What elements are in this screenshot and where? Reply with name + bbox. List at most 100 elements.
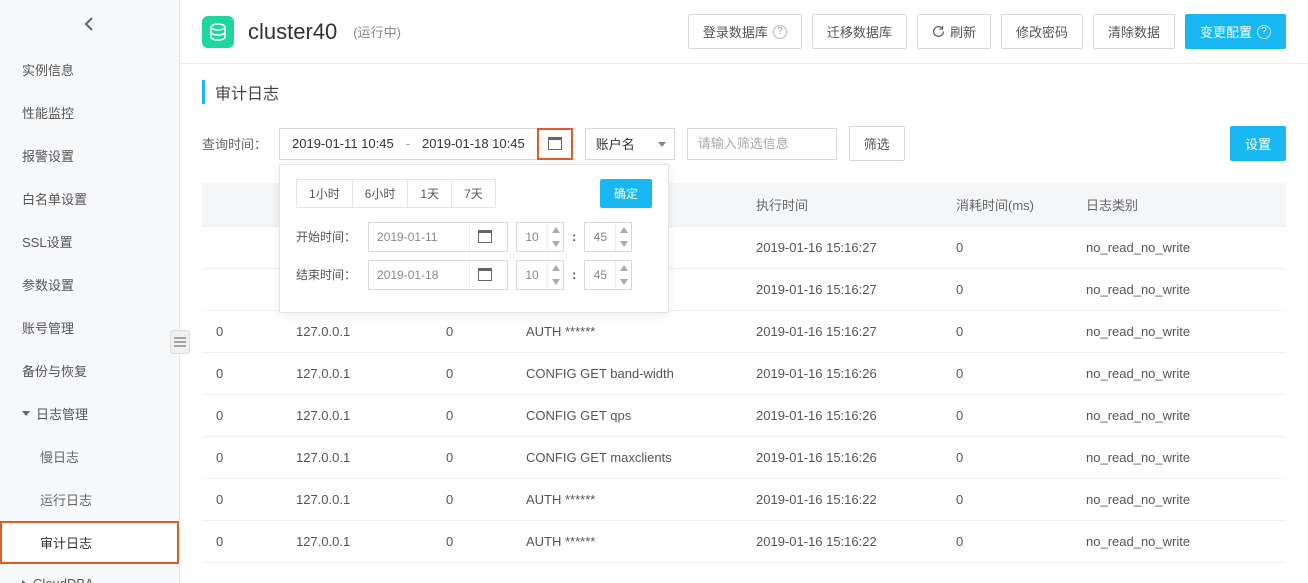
cell-exec_time: 2019-01-16 15:16:22 [742,521,942,563]
nav-ssl[interactable]: SSL设置 [0,220,179,263]
min-up[interactable] [616,223,631,237]
cell-c2: 0 [432,311,512,353]
cell-cmd: AUTH ****** [512,521,742,563]
nav-params[interactable]: 参数设置 [0,263,179,306]
min-down[interactable] [616,275,631,289]
nav-audit-log[interactable]: 审计日志 [0,521,179,564]
end-hour-field[interactable] [517,268,547,282]
cell-c0: 0 [202,479,282,521]
hour-up[interactable] [548,223,563,237]
cell-elapsed: 0 [942,269,1072,311]
end-min-field[interactable] [585,268,615,282]
cell-ip: 127.0.0.1 [282,311,432,353]
cell-exec_time: 2019-01-16 15:16:26 [742,353,942,395]
sidebar-collapse-button[interactable] [170,330,190,354]
nav-clouddba[interactable]: CloudDBA [0,564,179,583]
cell-elapsed: 0 [942,395,1072,437]
back-button[interactable] [0,0,179,48]
nav-log-group[interactable]: 日志管理 [0,392,179,435]
account-select[interactable]: 账户名 [585,128,675,160]
start-hour-field[interactable] [517,230,547,244]
date-popover: 1小时 6小时 1天 7天 确定 开始时间： [279,164,669,313]
cell-ip: 127.0.0.1 [282,479,432,521]
help-icon: ? [773,25,787,39]
end-min-spinner[interactable] [584,260,632,290]
cell-log_type: no_read_no_write [1072,269,1286,311]
refresh-icon [932,25,945,38]
table-row: 0127.0.0.10CONFIG GET band-width2019-01-… [202,353,1286,395]
table-row: 0127.0.0.10AUTH ******2019-01-16 15:16:2… [202,521,1286,563]
end-date-input[interactable] [368,260,508,290]
cell-c0: 0 [202,311,282,353]
nav-accounts[interactable]: 账号管理 [0,306,179,349]
nav-log-group-label: 日志管理 [36,404,88,423]
clear-data-button[interactable]: 清除数据 [1093,14,1175,49]
caret-right-icon [22,580,27,583]
cluster-icon [202,16,234,48]
login-db-button[interactable]: 登录数据库 ? [688,14,802,49]
table-row: 0127.0.0.10AUTH ******2019-01-16 15:16:2… [202,311,1286,353]
cell-c0: 0 [202,437,282,479]
cell-elapsed: 0 [942,353,1072,395]
start-date-cal-icon[interactable] [469,223,499,251]
hour-down[interactable] [548,275,563,289]
cell-cmd: AUTH ****** [512,479,742,521]
datetime-range-input[interactable]: 2019-01-11 10:45 - 2019-01-18 10:45 [279,128,538,160]
cell-log_type: no_read_no_write [1072,395,1286,437]
cell-elapsed: 0 [942,311,1072,353]
cell-cmd: CONFIG GET qps [512,395,742,437]
cell-cmd: CONFIG GET maxclients [512,437,742,479]
cell-ip: 127.0.0.1 [282,521,432,563]
settings-button[interactable]: 设置 [1230,126,1286,161]
col-header-log-type: 日志类别 [1072,183,1286,227]
end-date-field[interactable] [369,268,469,282]
filter-input[interactable] [687,128,837,160]
nav-slow-log[interactable]: 慢日志 [0,435,179,478]
filter-button[interactable]: 筛选 [849,126,905,161]
query-row: 查询时间： 2019-01-11 10:45 - 2019-01-18 10:4… [202,126,1286,161]
refresh-button[interactable]: 刷新 [917,14,991,49]
hour-up[interactable] [548,261,563,275]
preset-7d[interactable]: 7天 [452,180,495,207]
start-min-spinner[interactable] [584,222,632,252]
time-colon: : [572,229,576,244]
cell-c2: 0 [432,521,512,563]
end-hour-spinner[interactable] [516,260,564,290]
nav-run-log[interactable]: 运行日志 [0,478,179,521]
cell-log_type: no_read_no_write [1072,311,1286,353]
cell-c2: 0 [432,353,512,395]
account-select-label: 账户名 [596,134,635,153]
calendar-button[interactable] [537,128,573,160]
nav-alarm[interactable]: 报警设置 [0,134,179,177]
change-pwd-button[interactable]: 修改密码 [1001,14,1083,49]
min-up[interactable] [616,261,631,275]
preset-6h[interactable]: 6小时 [353,180,409,207]
start-min-field[interactable] [585,230,615,244]
min-down[interactable] [616,237,631,251]
cell-ip: 127.0.0.1 [282,353,432,395]
date-confirm-button[interactable]: 确定 [600,179,652,208]
cell-log_type: no_read_no_write [1072,227,1286,269]
collapse-icon [174,337,186,347]
end-date-cal-icon[interactable] [469,261,499,289]
header: cluster40 (运行中) 登录数据库 ? 迁移数据库 刷新 修改密码 清除… [180,0,1308,64]
change-config-button[interactable]: 变更配置 ? [1185,14,1286,49]
nav-backup[interactable]: 备份与恢复 [0,349,179,392]
cell-exec_time: 2019-01-16 15:16:27 [742,311,942,353]
start-date-field[interactable] [369,230,469,244]
start-date-input[interactable] [368,222,508,252]
nav-whitelist[interactable]: 白名单设置 [0,177,179,220]
nav-clouddba-label: CloudDBA [33,576,94,583]
sidebar: 实例信息 性能监控 报警设置 白名单设置 SSL设置 参数设置 账号管理 备份与… [0,0,180,583]
migrate-db-button[interactable]: 迁移数据库 [812,14,907,49]
cell-log_type: no_read_no_write [1072,353,1286,395]
start-hour-spinner[interactable] [516,222,564,252]
preset-1d[interactable]: 1天 [408,180,452,207]
preset-1h[interactable]: 1小时 [297,180,353,207]
hour-down[interactable] [548,237,563,251]
nav-instance-info[interactable]: 实例信息 [0,48,179,91]
nav-performance[interactable]: 性能监控 [0,91,179,134]
cell-exec_time: 2019-01-16 15:16:27 [742,269,942,311]
col-header-blank1 [202,183,282,227]
cell-elapsed: 0 [942,437,1072,479]
